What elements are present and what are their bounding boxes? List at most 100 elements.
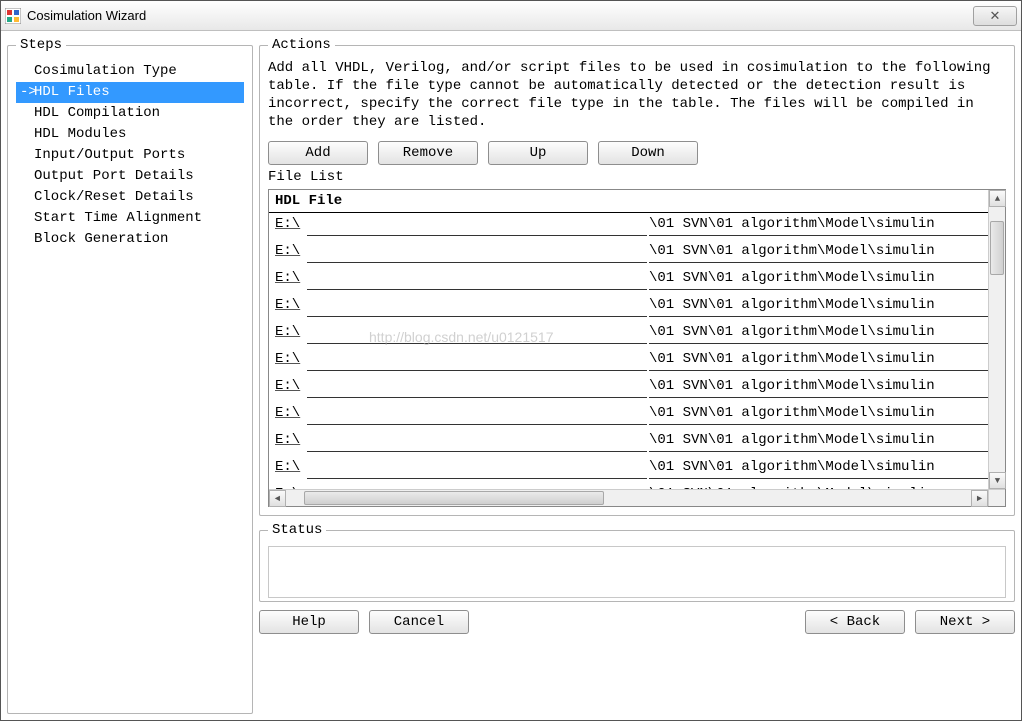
file-path-suffix: \01 SVN\01 algorithm\Model\simulin (649, 294, 999, 317)
wizard-window: Cosimulation Wizard ✕ Steps Cosimulation… (0, 0, 1022, 721)
step-arrow-icon: -> (20, 83, 34, 102)
right-column: Actions Add all VHDL, Verilog, and/or sc… (259, 37, 1015, 714)
app-icon (5, 8, 21, 24)
button-spacer (479, 610, 795, 634)
table-row[interactable]: E:\ \01 SVN\01 algorithm\Model\simulin (269, 321, 1005, 348)
hscroll-thumb[interactable] (304, 491, 604, 505)
table-row[interactable]: E:\ \01 SVN\01 algorithm\Model\simulin (269, 456, 1005, 483)
filelist-label: File List (268, 169, 1006, 185)
bottom-buttons: Help Cancel < Back Next > (259, 608, 1015, 634)
cancel-button[interactable]: Cancel (369, 610, 469, 634)
file-path-gap (307, 375, 647, 398)
file-path-gap (307, 240, 647, 263)
scroll-corner (988, 489, 1005, 506)
table-row[interactable]: E:\ \01 SVN\01 algorithm\Model\simulin (269, 240, 1005, 267)
table-row[interactable]: E:\ \01 SVN\01 algorithm\Model\simulin (269, 294, 1005, 321)
file-path-suffix: \01 SVN\01 algorithm\Model\simulin (649, 321, 999, 344)
file-path-prefix: E:\ (275, 240, 305, 267)
step-item[interactable]: HDL Compilation (16, 103, 244, 124)
table-row[interactable]: E:\ \01 SVN\01 algorithm\Model\simulin (269, 348, 1005, 375)
step-label: Input/Output Ports (34, 147, 185, 163)
step-item[interactable]: HDL Modules (16, 124, 244, 145)
step-item[interactable]: Input/Output Ports (16, 145, 244, 166)
up-button[interactable]: Up (488, 141, 588, 165)
step-item[interactable]: Start Time Alignment (16, 208, 244, 229)
table-row[interactable]: E:\ \01 SVN\01 algorithm\Model\simulin (269, 429, 1005, 456)
status-box (268, 546, 1006, 598)
file-path-prefix: E:\ (275, 429, 305, 456)
file-path-suffix: \01 SVN\01 algorithm\Model\simulin (649, 402, 999, 425)
file-path-gap (307, 348, 647, 371)
step-label: Block Generation (34, 231, 168, 247)
status-panel: Status (259, 522, 1015, 602)
action-buttons: Add Remove Up Down (268, 141, 1006, 165)
file-path-gap (307, 294, 647, 317)
actions-legend: Actions (268, 37, 335, 53)
file-path-suffix: \01 SVN\01 algorithm\Model\simulin (649, 348, 999, 371)
horizontal-scrollbar[interactable]: ◄ ► (269, 489, 988, 506)
file-path-suffix: \01 SVN\01 algorithm\Model\simulin (649, 429, 999, 452)
steps-panel: Steps Cosimulation Type-> HDL Files HDL C… (7, 37, 253, 714)
file-path-gap (307, 402, 647, 425)
titlebar: Cosimulation Wizard ✕ (1, 1, 1021, 31)
vscroll-track[interactable] (989, 207, 1005, 472)
step-item[interactable]: -> HDL Files (16, 82, 244, 103)
filelist-header[interactable]: HDL File (269, 190, 1005, 213)
file-path-prefix: E:\ (275, 375, 305, 402)
close-icon: ✕ (990, 8, 1001, 24)
actions-text: Add all VHDL, Verilog, and/or script fil… (268, 59, 1006, 131)
vertical-scrollbar[interactable]: ▲ ▼ (988, 190, 1005, 489)
file-path-prefix: E:\ (275, 267, 305, 294)
file-path-prefix: E:\ (275, 213, 305, 240)
file-path-prefix: E:\ (275, 402, 305, 429)
file-path-prefix: E:\ (275, 456, 305, 483)
filelist-box[interactable]: HDL File http://blog.csdn.net/u0121517 E… (268, 189, 1006, 507)
file-path-gap (307, 429, 647, 452)
file-path-suffix: \01 SVN\01 algorithm\Model\simulin (649, 240, 999, 263)
scroll-up-arrow-icon[interactable]: ▲ (989, 190, 1006, 207)
step-label: HDL Files (34, 84, 110, 100)
file-path-suffix: \01 SVN\01 algorithm\Model\simulin (649, 267, 999, 290)
add-button[interactable]: Add (268, 141, 368, 165)
step-label: HDL Compilation (34, 105, 160, 121)
step-label: Start Time Alignment (34, 210, 202, 226)
vscroll-thumb[interactable] (990, 221, 1004, 275)
step-item[interactable]: Clock/Reset Details (16, 187, 244, 208)
file-path-suffix: \01 SVN\01 algorithm\Model\simulin (649, 375, 999, 398)
hscroll-track[interactable] (286, 490, 971, 506)
file-path-prefix: E:\ (275, 321, 305, 348)
remove-button[interactable]: Remove (378, 141, 478, 165)
file-path-prefix: E:\ (275, 294, 305, 321)
file-path-gap (307, 267, 647, 290)
step-label: Output Port Details (34, 168, 194, 184)
next-button[interactable]: Next > (915, 610, 1015, 634)
file-path-gap (307, 456, 647, 479)
step-label: HDL Modules (34, 126, 126, 142)
table-row[interactable]: E:\ \01 SVN\01 algorithm\Model\simulin (269, 267, 1005, 294)
file-path-suffix: \01 SVN\01 algorithm\Model\simulin (649, 213, 999, 236)
status-legend: Status (268, 522, 326, 538)
scroll-down-arrow-icon[interactable]: ▼ (989, 472, 1006, 489)
filelist-rows: http://blog.csdn.net/u0121517 E:\\01 SVN… (269, 213, 1005, 506)
file-path-gap (307, 321, 647, 344)
close-button[interactable]: ✕ (973, 6, 1017, 26)
table-row[interactable]: E:\ \01 SVN\01 algorithm\Model\simulin (269, 402, 1005, 429)
file-path-gap (307, 213, 647, 236)
scroll-right-arrow-icon[interactable]: ► (971, 490, 988, 507)
down-button[interactable]: Down (598, 141, 698, 165)
scroll-left-arrow-icon[interactable]: ◄ (269, 490, 286, 507)
step-item[interactable]: Cosimulation Type (16, 61, 244, 82)
table-row[interactable]: E:\ \01 SVN\01 algorithm\Model\simulin (269, 213, 1005, 240)
help-button[interactable]: Help (259, 610, 359, 634)
steps-list: Cosimulation Type-> HDL Files HDL Compila… (16, 61, 244, 250)
back-button[interactable]: < Back (805, 610, 905, 634)
file-path-prefix: E:\ (275, 348, 305, 375)
file-path-suffix: \01 SVN\01 algorithm\Model\simulin (649, 456, 999, 479)
wizard-body: Steps Cosimulation Type-> HDL Files HDL C… (1, 31, 1021, 720)
table-row[interactable]: E:\ \01 SVN\01 algorithm\Model\simulin (269, 375, 1005, 402)
steps-legend: Steps (16, 37, 66, 53)
step-label: Clock/Reset Details (34, 189, 194, 205)
actions-panel: Actions Add all VHDL, Verilog, and/or sc… (259, 37, 1015, 516)
step-item[interactable]: Output Port Details (16, 166, 244, 187)
step-item[interactable]: Block Generation (16, 229, 244, 250)
